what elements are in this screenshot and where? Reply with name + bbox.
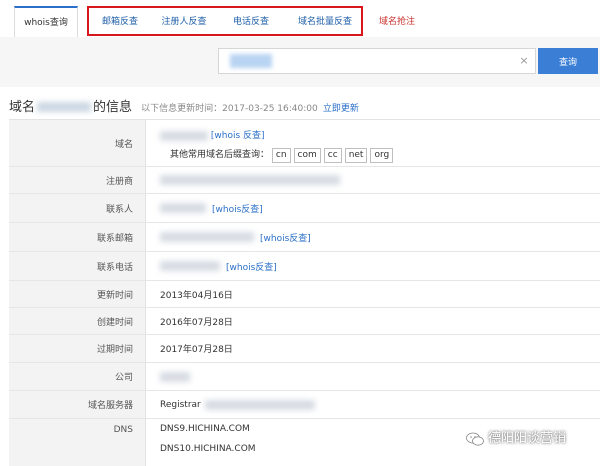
email-redacted <box>160 232 254 242</box>
row-label: 更新时间 <box>9 281 146 307</box>
contact-whois-link[interactable]: [whois反查] <box>212 202 263 215</box>
dns-1: DNS9.HICHINA.COM <box>160 424 250 434</box>
whois-table: 域名 [whois 反查] 其他常用域名后缀查询： cn com cc net org … <box>9 119 600 466</box>
watermark: 德阳阳谈营销 <box>466 430 566 448</box>
dns-2: DNS10.HICHINA.COM <box>160 444 256 454</box>
wechat-icon <box>466 432 484 446</box>
table-row-email: 联系邮箱 [whois反查] <box>9 223 600 252</box>
whois-reverse-link[interactable]: [whois 反查] <box>211 131 265 141</box>
phone-redacted <box>160 261 220 271</box>
table-row-company: 公司 <box>9 363 600 391</box>
row-value <box>160 167 340 193</box>
watermark-text: 德阳阳谈营销 <box>488 431 567 446</box>
row-label: DNS <box>9 419 146 466</box>
domain-name-redacted <box>37 101 92 112</box>
row-value: [whois反查] <box>160 252 277 280</box>
row-label: 联系人 <box>9 194 146 222</box>
suffix-org[interactable]: org <box>370 148 394 163</box>
table-row-created: 创建时间 2016年07月28日 <box>9 308 600 335</box>
row-label: 域名服务器 <box>9 391 146 418</box>
row-value: [whois反查] <box>160 194 263 222</box>
suffix-com[interactable]: com <box>293 148 321 163</box>
row-label: 创建时间 <box>9 308 146 334</box>
table-row-updated: 更新时间 2013年04月16日 <box>9 281 600 308</box>
row-label: 公司 <box>9 363 146 390</box>
table-row-registrar: 注册商 <box>9 167 600 194</box>
company-redacted <box>160 371 190 382</box>
suffix-cc[interactable]: cc <box>323 148 342 163</box>
registrar-redacted <box>160 175 340 185</box>
table-row-contact: 联系人 [whois反查] <box>9 194 600 223</box>
search-input[interactable] <box>218 48 536 74</box>
table-row-name-server: 域名服务器 Registrar <box>9 391 600 419</box>
row-value <box>160 363 190 390</box>
row-value: [whois反查] <box>160 223 311 251</box>
suffix-cn[interactable]: cn <box>271 148 291 163</box>
row-label: 联系电话 <box>9 252 146 280</box>
info-title: 域名 的信息 以下信息更新时间：2017-03-25 16:40:00 立即更新 <box>9 95 359 117</box>
row-label: 注册商 <box>9 167 146 193</box>
info-title-suffix: 的信息 <box>93 100 133 115</box>
update-time: 以下信息更新时间：2017-03-25 16:40:00 <box>141 104 318 114</box>
search-button[interactable]: 查询 <box>538 48 598 74</box>
tab-bar: whois查询 邮箱反查 注册人反查 电话反查 域名批量反查 域名抢注 <box>0 0 600 40</box>
info-title-prefix: 域名 <box>9 100 36 115</box>
tab-whois[interactable]: whois查询 <box>14 6 78 40</box>
other-suffix-label: 其他常用域名后缀查询： <box>170 150 270 160</box>
row-value: 2013年04月16日 <box>160 290 233 301</box>
server-redacted <box>204 399 315 410</box>
row-label: 联系邮箱 <box>9 223 146 251</box>
tab-domain-register[interactable]: 域名抢注 <box>370 9 424 36</box>
server-value: Registrar <box>160 399 201 410</box>
search-bar: × 查询 <box>0 37 600 87</box>
refresh-link[interactable]: 立即更新 <box>323 104 359 114</box>
contact-redacted <box>160 203 206 213</box>
table-row-domain: 域名 [whois 反查] 其他常用域名后缀查询： cn com cc net org <box>9 120 600 167</box>
row-label: 域名 <box>9 120 146 166</box>
row-value: 2017年07月28日 <box>160 345 233 355</box>
clear-icon[interactable]: × <box>517 49 531 73</box>
email-whois-link[interactable]: [whois反查] <box>260 231 311 244</box>
row-value: 2016年07月28日 <box>160 317 233 328</box>
highlight-box <box>87 6 363 36</box>
row-label: 过期时间 <box>9 335 146 362</box>
phone-whois-link[interactable]: [whois反查] <box>226 260 277 273</box>
row-value: Registrar <box>160 391 315 418</box>
suffix-net[interactable]: net <box>344 148 368 163</box>
domain-redacted <box>160 130 208 141</box>
table-row-expires: 过期时间 2017年07月28日 <box>9 335 600 363</box>
table-row-phone: 联系电话 [whois反查] <box>9 252 600 281</box>
